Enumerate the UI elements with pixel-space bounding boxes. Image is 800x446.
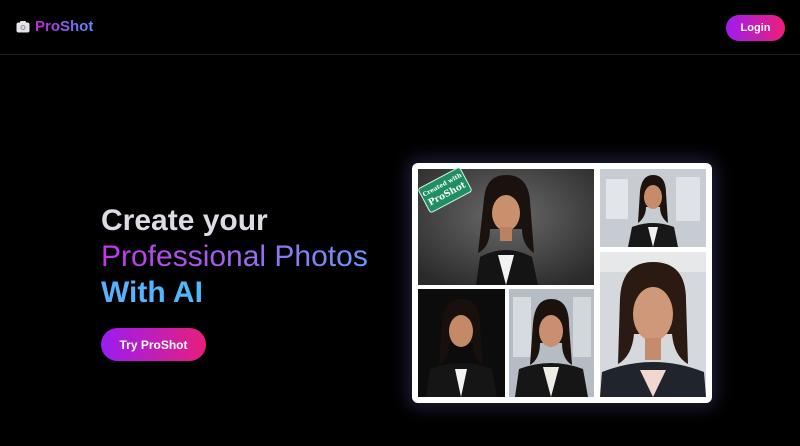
gallery-photo-office-2 — [509, 289, 594, 397]
top-navbar: ProShot Login — [0, 0, 800, 55]
try-proshot-button[interactable]: Try ProShot — [101, 328, 206, 361]
gallery-photo-dark — [418, 289, 505, 397]
camera-icon — [16, 20, 30, 34]
brand-name: ProShot — [35, 18, 94, 35]
brand-logo-link[interactable]: ProShot — [16, 18, 93, 36]
hero-line-create: Create your — [101, 204, 268, 237]
gallery-photo-closeup — [600, 252, 706, 397]
hero-headline: Create your Professional Photos With AI — [101, 203, 401, 311]
hero-line-professional: Professional Photos — [101, 239, 401, 275]
login-button[interactable]: Login — [726, 15, 785, 41]
gallery-photo-office-1 — [600, 169, 706, 247]
hero-line-ai: With AI — [101, 275, 401, 311]
